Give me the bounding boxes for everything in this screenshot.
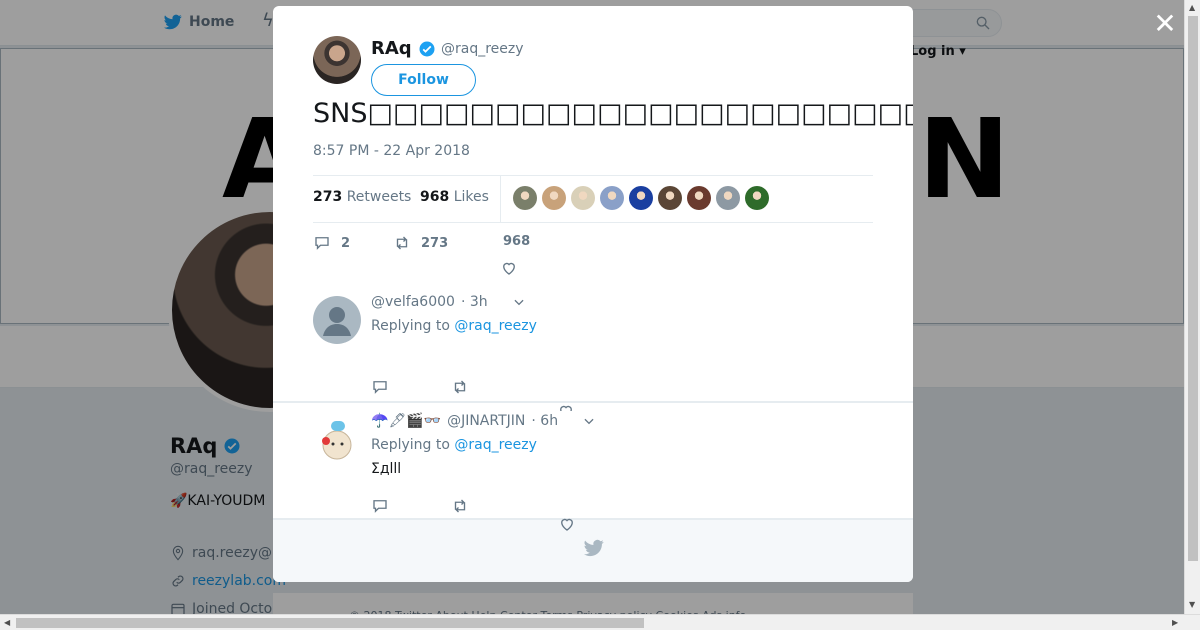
scroll-up-arrow[interactable]: ▲ [1189,3,1195,12]
horizontal-scrollbar[interactable]: ◀ ▶ [0,614,1200,630]
modal-footer [273,519,913,582]
reply-display-name[interactable]: ☂️🖋🎬👓 [371,413,441,429]
vertical-scrollbar[interactable]: ▲ ▼ [1184,0,1200,615]
reply-tweet[interactable]: ☂️🖋🎬👓 @JINARTJIN · 6h Replying to @raq_r… [273,402,913,519]
liker-avatar[interactable] [600,186,624,210]
likes-stat[interactable]: 968 Likes [420,189,489,205]
vertical-scroll-thumb[interactable] [1188,16,1198,561]
author-handle[interactable]: @raq_reezy [441,41,524,57]
replying-to: Replying to @raq_reezy [371,437,537,453]
reply-text: Σдlll [371,461,402,477]
reply-actions [371,378,469,396]
scroll-down-arrow[interactable]: ▼ [1189,600,1195,609]
replying-to-link[interactable]: @raq_reezy [454,437,537,453]
tweet-permalink-modal: RAq @raq_reezy Follow SNS□□□□□□□□□□□□□□□… [273,6,913,582]
retweet-icon[interactable] [451,378,469,396]
default-user-icon [323,307,351,336]
reply-time[interactable]: · 6h [531,413,558,429]
tweet-timestamp[interactable]: 8:57 PM - 22 Apr 2018 [313,143,470,159]
heart-icon[interactable] [558,515,576,533]
like-heart-icon[interactable] [500,259,518,277]
liker-avatar[interactable] [571,186,595,210]
tweet-stats: 273 Retweets 968 Likes [313,175,873,223]
liker-avatar[interactable] [542,186,566,210]
liker-avatar[interactable] [687,186,711,210]
replying-to: Replying to @raq_reezy [371,318,537,334]
twitter-bird-icon [584,539,604,557]
horizontal-scroll-thumb[interactable] [16,618,644,628]
author-name[interactable]: RAq [371,38,436,59]
author-avatar[interactable] [313,36,361,84]
follow-button[interactable]: Follow [371,64,476,96]
chef-avatar-icon [322,421,352,460]
chevron-down-icon[interactable] [582,414,596,428]
reply-icon [315,237,329,250]
reply-actions [371,497,469,515]
reply-button[interactable]: 2 [313,234,350,252]
reply-icon[interactable] [371,378,389,396]
retweet-icon [396,236,408,250]
liker-avatar[interactable] [745,186,769,210]
retweet-button[interactable]: 273 [393,234,448,252]
stats-divider [500,176,501,222]
liker-avatar[interactable] [716,186,740,210]
reply-avatar-default[interactable] [313,296,361,344]
retweets-stat[interactable]: 273 Retweets [313,189,411,205]
chevron-down-icon[interactable] [512,295,526,309]
reply-header: ☂️🖋🎬👓 @JINARTJIN · 6h [371,413,596,429]
tweet-actions: 2 273 968 [313,234,873,284]
liker-avatar[interactable] [629,186,653,210]
reply-avatar-chef[interactable] [313,415,361,463]
reply-header: @velfa6000 · 3h [371,294,526,310]
reply-handle[interactable]: @JINARTJIN [447,413,525,429]
scroll-right-arrow[interactable]: ▶ [1172,618,1178,627]
replying-to-link[interactable]: @raq_reezy [454,318,537,334]
reply-time[interactable]: · 3h [461,294,488,310]
like-count[interactable]: 968 [503,234,530,249]
reply-handle[interactable]: @velfa6000 [371,294,455,310]
reply-tweet[interactable]: @velfa6000 · 3h Replying to @raq_reezy [273,284,913,402]
scroll-left-arrow[interactable]: ◀ [4,618,10,627]
tweet-header: RAq @raq_reezy Follow [313,36,873,106]
tweet-text: SNS□□□□□□□□□□□□□□□□□□□□□□□□□□□□□□□□□□□□□… [313,98,913,129]
likers-avatar-list [513,186,769,210]
retweet-icon[interactable] [451,497,469,515]
close-icon[interactable]: ✕ [1152,10,1178,38]
liker-avatar[interactable] [658,186,682,210]
verified-icon [419,41,435,56]
liker-avatar[interactable] [513,186,537,210]
reply-icon[interactable] [371,497,389,515]
